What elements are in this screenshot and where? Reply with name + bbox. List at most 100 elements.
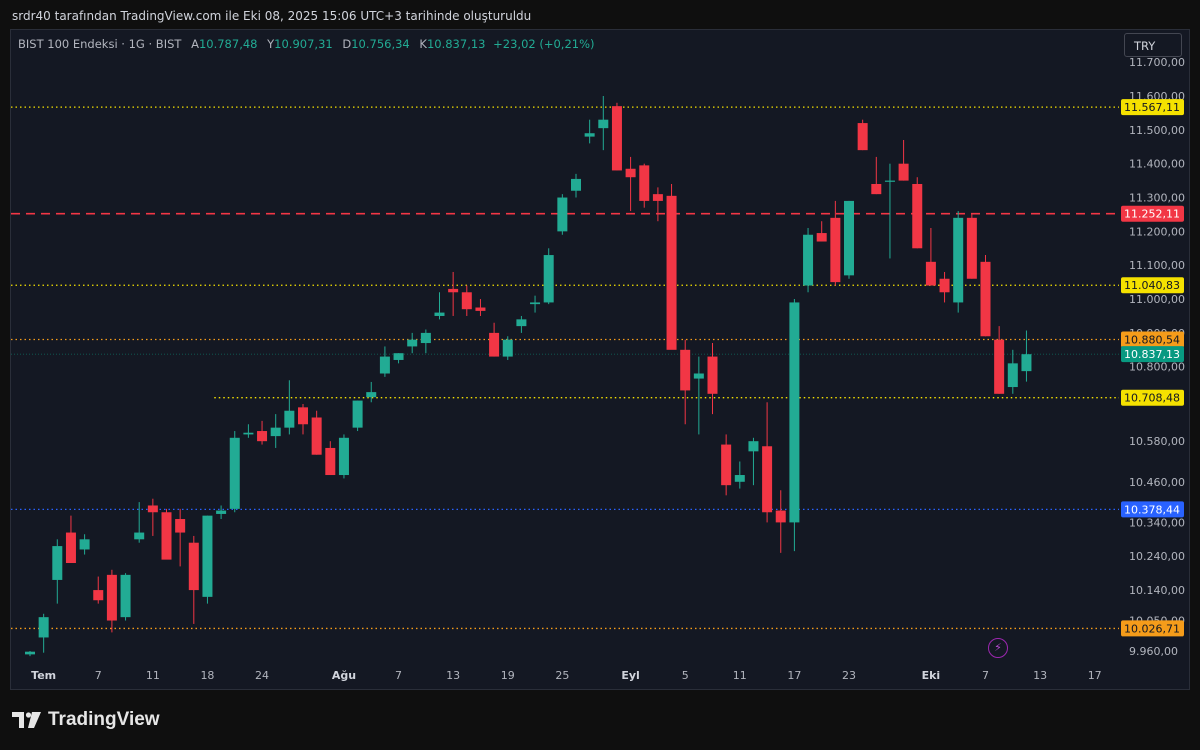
close-value: 10.837,13 xyxy=(426,37,486,51)
price-chart[interactable]: 11.700,0011.600,0011.500,0011.400,0011.3… xyxy=(0,0,1200,750)
candle-down[interactable] xyxy=(775,510,786,523)
candle-up[interactable] xyxy=(229,437,240,509)
candle-down[interactable] xyxy=(257,431,268,442)
y-tick-label: 10.140,00 xyxy=(1129,584,1185,597)
candle-up[interactable] xyxy=(953,217,964,303)
x-tick-label: 17 xyxy=(1088,669,1102,682)
currency-button[interactable]: TRY xyxy=(1124,33,1182,57)
candle-down[interactable] xyxy=(311,417,322,455)
tradingview-logo[interactable]: TradingView xyxy=(12,709,160,731)
y-tick-label: 10.340,00 xyxy=(1129,516,1185,529)
candle-down[interactable] xyxy=(639,165,650,201)
x-tick-label: 23 xyxy=(842,669,856,682)
candle-up[interactable] xyxy=(598,119,609,129)
candle-up[interactable] xyxy=(693,373,704,379)
candle-down[interactable] xyxy=(106,574,117,621)
candle-up[interactable] xyxy=(79,539,90,550)
candle-up[interactable] xyxy=(748,441,759,452)
candle-up[interactable] xyxy=(884,180,895,182)
candle-down[interactable] xyxy=(461,292,472,310)
candle-up[interactable] xyxy=(379,356,390,374)
candle-down[interactable] xyxy=(871,183,882,195)
x-tick-label: Ağu xyxy=(332,669,356,682)
level-price-label: 10.880,54 xyxy=(1124,333,1180,346)
candle-up[interactable] xyxy=(557,197,568,232)
x-tick-label: 13 xyxy=(446,669,460,682)
candle-down[interactable] xyxy=(188,542,199,591)
x-tick-label: 7 xyxy=(95,669,102,682)
candle-down[interactable] xyxy=(489,332,500,357)
candle-up[interactable] xyxy=(571,178,581,191)
level-price-label: 10.378,44 xyxy=(1124,503,1180,516)
candle-up[interactable] xyxy=(803,234,814,286)
candle-down[interactable] xyxy=(898,163,909,181)
candle-down[interactable] xyxy=(65,532,76,564)
candle-up[interactable] xyxy=(120,574,131,618)
candle-down[interactable] xyxy=(816,233,827,242)
candle-up[interactable] xyxy=(516,319,527,327)
candle-up[interactable] xyxy=(134,532,145,540)
candle-up[interactable] xyxy=(420,332,431,344)
candle-up[interactable] xyxy=(25,651,35,655)
low-value: 10.756,34 xyxy=(351,37,410,51)
x-tick-label: 13 xyxy=(1033,669,1047,682)
x-tick-label: 17 xyxy=(787,669,801,682)
candle-up[interactable] xyxy=(543,255,554,303)
candle-up[interactable] xyxy=(216,510,227,514)
x-tick-label: 7 xyxy=(395,669,402,682)
candle-up[interactable] xyxy=(1007,363,1018,388)
candle-up[interactable] xyxy=(38,617,49,638)
candle-up[interactable] xyxy=(530,302,541,305)
candle-up[interactable] xyxy=(1021,354,1032,372)
candle-up[interactable] xyxy=(393,353,404,360)
candle-down[interactable] xyxy=(980,261,991,337)
level-price-label: 11.252,11 xyxy=(1124,208,1180,221)
candle-down[interactable] xyxy=(475,307,486,311)
candle-up[interactable] xyxy=(584,133,595,137)
candle-down[interactable] xyxy=(325,447,336,476)
candle-up[interactable] xyxy=(407,339,418,347)
x-tick-label: Tem xyxy=(31,669,56,682)
candle-up[interactable] xyxy=(202,515,213,597)
x-tick-label: Eyl xyxy=(621,669,639,682)
candle-up[interactable] xyxy=(338,437,349,476)
candle-down[interactable] xyxy=(625,168,636,178)
candle-down[interactable] xyxy=(857,123,868,151)
candle-down[interactable] xyxy=(161,512,172,560)
candle-up[interactable] xyxy=(366,392,377,398)
candle-down[interactable] xyxy=(994,339,1005,394)
candle-down[interactable] xyxy=(298,407,308,425)
y-tick-label: 11.700,00 xyxy=(1129,56,1185,69)
candle-up[interactable] xyxy=(52,546,63,580)
candle-down[interactable] xyxy=(925,261,936,286)
candle-down[interactable] xyxy=(611,106,622,171)
candle-down[interactable] xyxy=(680,349,691,391)
candle-down[interactable] xyxy=(830,217,841,283)
candle-up[interactable] xyxy=(243,432,254,435)
candle-down[interactable] xyxy=(912,183,923,249)
lightning-icon[interactable]: ⚡ xyxy=(988,638,1008,658)
candle-down[interactable] xyxy=(652,194,663,201)
candle-up[interactable] xyxy=(844,200,854,276)
candle-down[interactable] xyxy=(666,195,677,350)
candle-down[interactable] xyxy=(147,505,158,513)
candle-up[interactable] xyxy=(270,427,281,437)
candle-down[interactable] xyxy=(175,519,186,533)
candle-down[interactable] xyxy=(721,444,732,486)
candle-down[interactable] xyxy=(448,288,459,293)
candle-down[interactable] xyxy=(762,446,773,513)
candle-up[interactable] xyxy=(789,302,800,523)
candle-up[interactable] xyxy=(284,410,295,428)
candle-up[interactable] xyxy=(734,475,745,482)
symbol-label[interactable]: BIST 100 Endeksi · 1G · BIST xyxy=(18,37,181,51)
candle-down[interactable] xyxy=(966,217,977,279)
candle-up[interactable] xyxy=(434,312,445,316)
candle-down[interactable] xyxy=(939,278,950,293)
open-label: A xyxy=(191,37,199,51)
candle-up[interactable] xyxy=(502,339,513,357)
candle-down[interactable] xyxy=(707,356,718,394)
candle-down[interactable] xyxy=(93,590,104,601)
y-tick-label: 9.960,00 xyxy=(1129,645,1178,658)
y-tick-label: 10.240,00 xyxy=(1129,550,1185,563)
candle-up[interactable] xyxy=(352,400,363,428)
